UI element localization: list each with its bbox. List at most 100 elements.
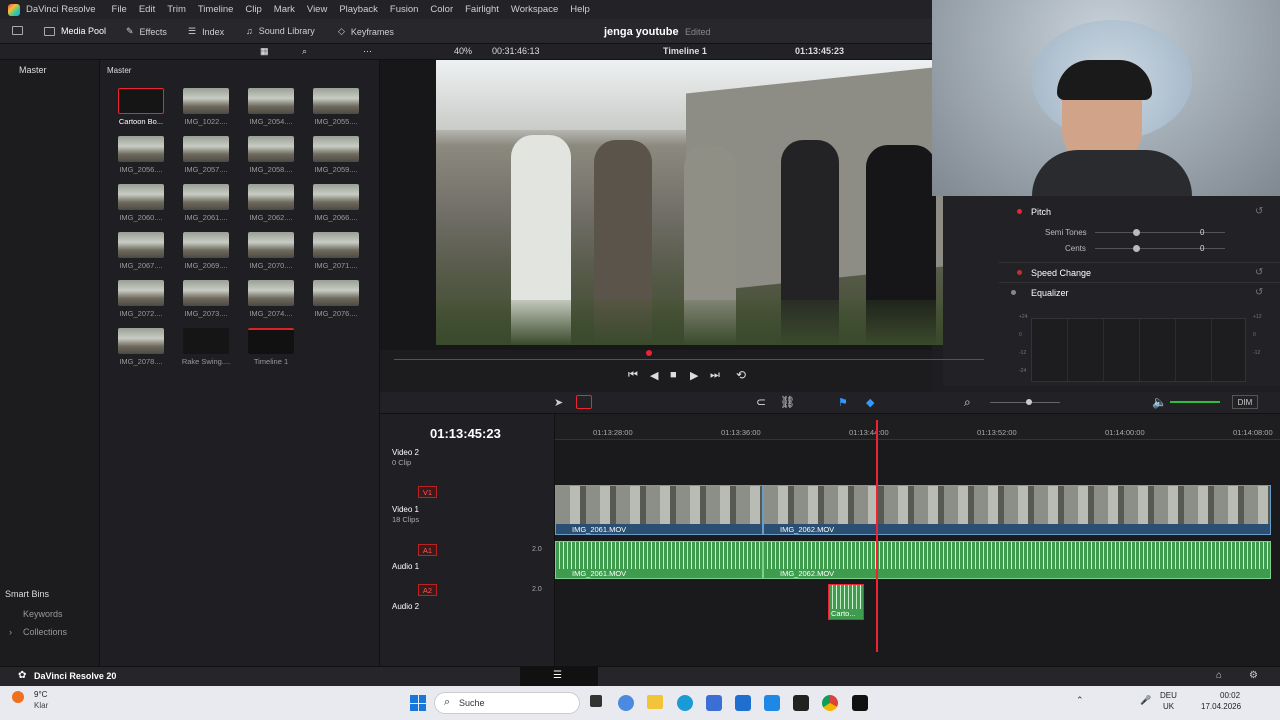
smart-bins-header[interactable]: Smart Bins [5, 589, 49, 599]
track-badge-v1[interactable]: V1 [418, 486, 437, 498]
semi-tones-value[interactable]: 0 [1200, 228, 1204, 237]
bin-master[interactable]: Master [19, 65, 47, 75]
media-pool-button[interactable]: Media Pool [44, 26, 106, 36]
equalizer-graph[interactable] [1031, 318, 1246, 382]
index-button[interactable]: ☰ Index [188, 26, 224, 37]
media-clip[interactable]: IMG_2060.... [110, 184, 172, 222]
timeline-playhead[interactable] [876, 420, 878, 652]
copilot-icon[interactable] [618, 695, 634, 711]
media-clip[interactable]: IMG_2072.... [110, 280, 172, 318]
task-view-icon[interactable] [590, 695, 602, 707]
app-icon[interactable] [735, 695, 751, 711]
menu-workspace[interactable]: Workspace [511, 4, 558, 15]
menu-color[interactable]: Color [430, 4, 453, 15]
audio-clip[interactable]: IMG_2061.MOV [555, 541, 763, 579]
app-icon[interactable] [852, 695, 868, 711]
smart-bin-keywords[interactable]: Keywords [23, 609, 63, 619]
media-clip[interactable]: IMG_2074.... [240, 280, 302, 318]
reset-pitch-icon[interactable]: ↺ [1255, 206, 1263, 217]
marker-icon[interactable]: ◆ [866, 396, 874, 409]
media-clip[interactable]: IMG_2071.... [305, 232, 367, 270]
file-explorer-icon[interactable] [647, 695, 663, 709]
track-badge-a1[interactable]: A1 [418, 544, 437, 556]
layout-toggle-icon[interactable] [12, 26, 23, 35]
pitch-enable-icon[interactable] [1017, 209, 1022, 214]
linked-selection-icon[interactable]: ⛓ [780, 395, 795, 409]
timeline-area[interactable] [555, 414, 1280, 666]
video-clip[interactable]: IMG_2062.MOV [763, 485, 1271, 535]
keyboard-layout[interactable]: UK [1163, 702, 1174, 711]
viewer-zoom[interactable]: 40% [454, 46, 472, 56]
media-clip[interactable]: IMG_1022.... [175, 88, 237, 126]
cents-value[interactable]: 0 [1200, 244, 1204, 253]
last-frame-icon[interactable]: ⏭ [710, 369, 720, 382]
flag-icon[interactable]: ⚑ [838, 396, 848, 409]
menu-timeline[interactable]: Timeline [198, 4, 234, 15]
speed-change-enable-icon[interactable] [1017, 270, 1022, 275]
volume-icon[interactable]: 🔈 [1152, 395, 1167, 409]
media-clip[interactable]: IMG_2055.... [305, 88, 367, 126]
tray-chevron-icon[interactable]: ⌃ [1076, 695, 1084, 706]
equalizer-enable-icon[interactable] [1011, 290, 1016, 295]
menu-fairlight[interactable]: Fairlight [465, 4, 499, 15]
app-icon[interactable] [764, 695, 780, 711]
dim-button[interactable]: DIM [1232, 395, 1258, 409]
language-code[interactable]: DEU [1160, 691, 1177, 700]
video-frame[interactable] [436, 60, 943, 345]
menu-mark[interactable]: Mark [274, 4, 295, 15]
selection-tool-icon[interactable]: ➤ [554, 396, 563, 409]
weather-icon[interactable] [12, 691, 24, 703]
play-reverse-icon[interactable]: ◀ [650, 369, 658, 382]
snapping-icon[interactable]: ⊂ [756, 395, 766, 409]
track-badge-a2[interactable]: A2 [418, 584, 437, 596]
stop-icon[interactable]: ■ [670, 369, 677, 381]
media-clip[interactable]: IMG_2058.... [240, 136, 302, 174]
loop-icon[interactable]: ⟲ [736, 368, 746, 382]
media-clip[interactable]: IMG_2059.... [305, 136, 367, 174]
chrome-icon[interactable] [822, 695, 838, 711]
reset-speed-icon[interactable]: ↺ [1255, 267, 1263, 278]
semi-tones-slider[interactable] [1095, 232, 1225, 233]
semi-tones-handle[interactable] [1133, 229, 1140, 236]
reset-equalizer-icon[interactable]: ↺ [1255, 287, 1263, 298]
media-clip[interactable]: IMG_2066.... [305, 184, 367, 222]
grid-view-icon[interactable]: ▦ [260, 46, 269, 57]
store-icon[interactable] [706, 695, 722, 711]
media-clip[interactable]: IMG_2067.... [110, 232, 172, 270]
media-clip[interactable]: Timeline 1 [240, 328, 302, 366]
menu-clip[interactable]: Clip [245, 4, 261, 15]
search-icon[interactable]: ⌕ [302, 46, 307, 57]
clock-date[interactable]: 17.04.2026 [1201, 702, 1241, 711]
smart-bin-collections[interactable]: Collections [23, 627, 67, 637]
menu-help[interactable]: Help [570, 4, 590, 15]
monitor-volume-slider[interactable] [1170, 401, 1220, 403]
media-clip[interactable]: Cartoon Bo... [110, 88, 172, 126]
menu-playback[interactable]: Playback [339, 4, 378, 15]
cents-handle[interactable] [1133, 245, 1140, 252]
media-clip[interactable]: IMG_2070.... [240, 232, 302, 270]
collections-chevron-icon[interactable]: › [9, 627, 12, 637]
more-options-icon[interactable]: ⋯ [363, 46, 372, 57]
media-clip[interactable]: IMG_2062.... [240, 184, 302, 222]
media-clip[interactable]: IMG_2054.... [240, 88, 302, 126]
media-clip[interactable]: IMG_2076.... [305, 280, 367, 318]
edge-browser-icon[interactable] [677, 695, 693, 711]
cents-slider[interactable] [1095, 248, 1225, 249]
media-clip[interactable]: Rake Swing.... [175, 328, 237, 366]
timeline-name[interactable]: Timeline 1 [663, 46, 707, 56]
clock-time[interactable]: 00:02 [1220, 691, 1240, 700]
menu-edit[interactable]: Edit [139, 4, 155, 15]
keyframes-button[interactable]: ◇ Keyframes [338, 26, 394, 37]
menu-view[interactable]: View [307, 4, 327, 15]
media-clip[interactable]: IMG_2056.... [110, 136, 172, 174]
zoom-search-icon[interactable]: ⌕ [964, 395, 971, 410]
scrubber-playhead[interactable] [646, 350, 652, 356]
first-frame-icon[interactable]: ⏮ [628, 369, 638, 382]
audio-clip[interactable]: IMG_2062.MOV [763, 541, 1271, 579]
taskbar-search-input[interactable]: ⌕ Suche [434, 692, 580, 714]
microphone-icon[interactable]: 🎤 [1140, 695, 1151, 706]
video-clip[interactable]: IMG_2061.MOV [555, 485, 763, 535]
timeline-zoom-slider[interactable] [990, 402, 1060, 403]
scrubber-bar[interactable] [394, 359, 984, 360]
menu-fusion[interactable]: Fusion [390, 4, 419, 15]
